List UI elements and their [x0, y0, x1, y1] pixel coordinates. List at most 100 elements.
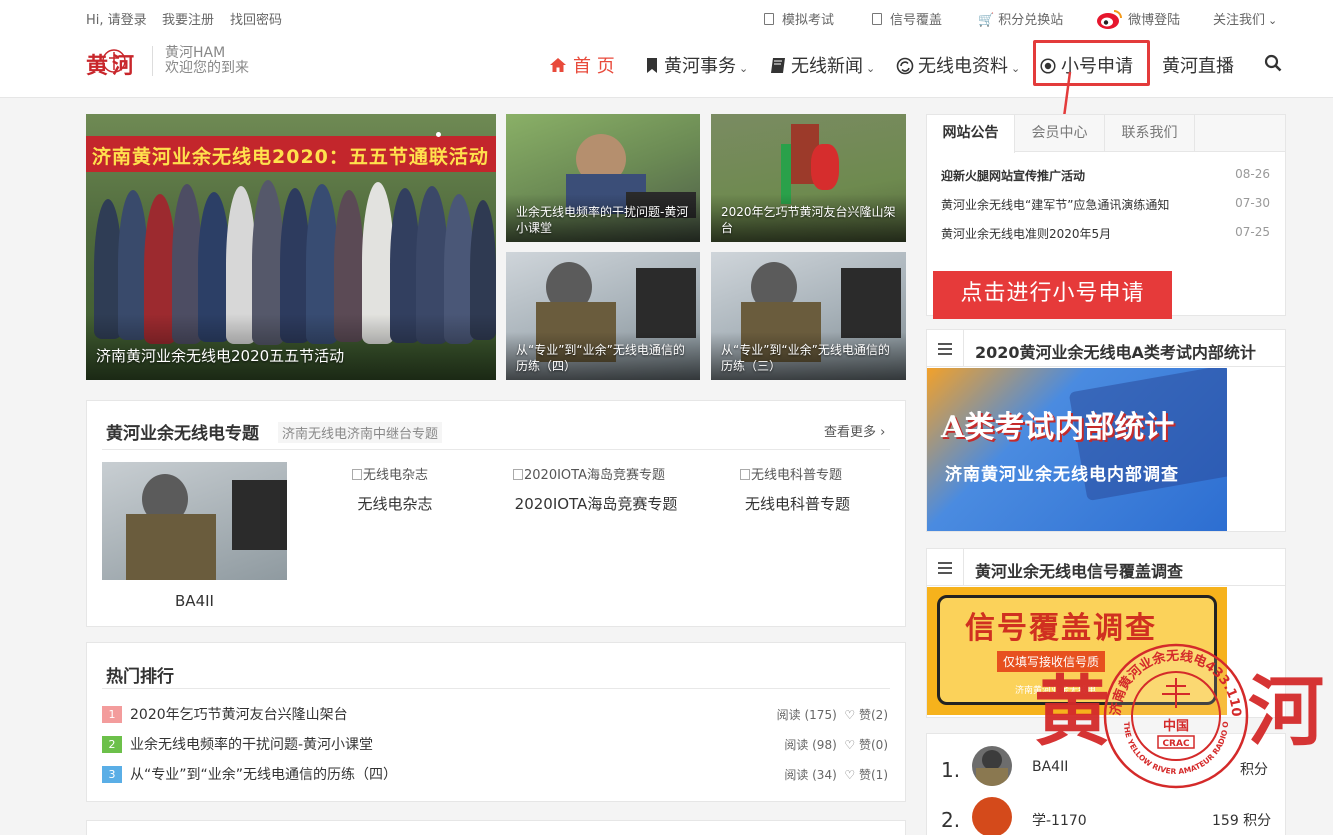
nav-live[interactable]: 黄河直播 — [1162, 52, 1234, 78]
ranking-number-1: 1. — [941, 758, 961, 782]
widget-menu-button[interactable] — [926, 548, 964, 586]
logo-divider — [152, 46, 153, 76]
login-link[interactable]: Hi, 请登录 — [86, 9, 147, 28]
topic-broken-image-3[interactable]: 无线电科普专题 — [740, 464, 842, 483]
widget-menu-button[interactable] — [926, 329, 964, 367]
avatar[interactable] — [972, 746, 1012, 786]
site-name: 黄河HAM — [165, 45, 226, 61]
signal-cover-link[interactable]: 信号覆盖 — [872, 9, 942, 28]
notice-row-1[interactable]: 迎新火腿网站宣传推广活动 08-26 — [941, 167, 1270, 184]
hot-title: 热门排行 — [106, 667, 174, 687]
svg-text:CRAC: CRAC — [1162, 739, 1190, 749]
cart-icon: 🛒 — [978, 13, 995, 28]
tab-contact-us[interactable]: 联系我们 — [1105, 115, 1195, 151]
thumb-slide-4[interactable]: 从“专业”到“业余”无线电通信的历练（三） — [711, 252, 906, 380]
search-button[interactable] — [1264, 54, 1282, 76]
nav-affairs[interactable]: 黄河事务 ⌄ — [646, 52, 748, 78]
chevron-down-icon: ⌄ — [1011, 62, 1021, 75]
document-icon — [764, 13, 774, 25]
tab-announcement[interactable]: 网站公告 — [927, 115, 1015, 153]
tab-member-center[interactable]: 会员中心 — [1015, 115, 1105, 151]
topic-image-ba4ii[interactable] — [102, 462, 287, 580]
thumb-caption-4: 从“专业”到“业余”无线电通信的历练（三） — [721, 343, 890, 373]
ranking-points-2: 159 积分 — [1212, 813, 1272, 829]
topic-subtitle: 济南无线电济南中继台专题 — [278, 422, 443, 443]
watermark-left-char: 黄 — [1034, 667, 1110, 756]
exam-stats-banner[interactable]: A类考试内部统计 济南黄河业余无线电内部调查 — [927, 368, 1227, 531]
slider-dot[interactable] — [436, 132, 441, 137]
topic-label-ba4ii[interactable]: BA4II — [102, 592, 287, 610]
heart-icon: ♡ — [844, 708, 856, 722]
home-icon — [550, 58, 566, 72]
watermark-seal-icon: 济南黄河业余无线电433.110MHz THE YELLOW RIVER AMA… — [1102, 642, 1249, 789]
broken-image-icon — [352, 469, 362, 480]
svg-text:中国: 中国 — [1163, 718, 1189, 734]
chevron-down-icon: ⌄ — [866, 62, 876, 75]
annotation-callout: 点击进行小号申请 — [933, 271, 1172, 319]
chevron-down-icon: ⌄ — [1268, 14, 1278, 27]
points-shop-link[interactable]: 🛒 积分兑换站 — [978, 9, 1063, 28]
nav-news[interactable]: 无线新闻 ⌄ — [770, 52, 875, 78]
avatar[interactable] — [972, 797, 1012, 835]
exam-stats-title: 2020黄河业余无线电A类考试内部统计 — [975, 343, 1256, 362]
topic-more-link[interactable]: 查看更多 › — [824, 421, 885, 440]
hot-row-1[interactable]: 1 2020年乞巧节黄河友台兴隆山架台 阅读 (175) ♡ 赞(2) — [102, 704, 888, 726]
follow-us-dropdown[interactable]: 关注我们 ⌄ — [1213, 9, 1277, 28]
site-slogan: 欢迎您的到来 — [165, 60, 249, 76]
hot-divider — [102, 688, 890, 689]
brand-text: 黄河HAM 欢迎您的到来 — [165, 46, 249, 76]
register-link[interactable]: 我要注册 — [162, 9, 214, 28]
thumb-caption-2: 2020年乞巧节黄河友台兴隆山架台 — [721, 205, 896, 235]
book-icon — [771, 58, 785, 73]
rank-badge-2: 2 — [102, 736, 122, 753]
signal-survey-title: 黄河业余无线电信号覆盖调查 — [975, 562, 1184, 581]
banner-red: 济南黄河业余无线电2020：五五节通联活动 — [86, 136, 496, 172]
ranking-name-1[interactable]: BA4II — [1032, 759, 1068, 775]
thumb-caption-3: 从“专业”到“业余”无线电通信的历练（四） — [516, 343, 685, 373]
topic-label-science[interactable]: 无线电科普专题 — [715, 493, 880, 514]
watermark-right-char: 河 — [1248, 667, 1324, 756]
topic-label-magazine[interactable]: 无线电杂志 — [310, 493, 480, 514]
menu-icon — [938, 343, 952, 355]
topic-broken-image-2[interactable]: 2020IOTA海岛竞赛专题 — [513, 464, 665, 483]
bookmark-icon — [647, 58, 657, 73]
mock-exam-link[interactable]: 模拟考试 — [764, 9, 834, 28]
menu-icon — [938, 562, 952, 574]
thumb-slide-2[interactable]: 2020年乞巧节黄河友台兴隆山架台 — [711, 114, 906, 242]
main-slide[interactable]: 济南黄河业余无线电2020：五五节通联活动 济南黄河业余无线电2020五五节活动 — [86, 114, 496, 380]
topic-label-iota[interactable]: 2020IOTA海岛竞赛专题 — [500, 493, 692, 514]
hot-row-3[interactable]: 3 从“专业”到“业余”无线电通信的历练（四） 阅读 (34) ♡ 赞(1) — [102, 764, 888, 786]
ranking-name-2[interactable]: 学-1170 — [1032, 810, 1087, 830]
broken-image-icon — [740, 469, 750, 480]
site-logo[interactable]: 黄河 — [86, 46, 144, 79]
next-card — [86, 820, 906, 835]
refresh-icon — [896, 57, 914, 75]
chevron-down-icon: ⌄ — [739, 62, 749, 75]
heart-icon: ♡ — [844, 738, 856, 752]
thumb-slide-3[interactable]: 从“专业”到“业余”无线电通信的历练（四） — [506, 252, 700, 380]
chevron-right-icon: › — [880, 425, 886, 440]
top-bar: Hi, 请登录 我要注册 找回密码 模拟考试 信号覆盖 🛒 积分兑换站 微博登陆 … — [0, 0, 1333, 36]
topic-title: 黄河业余无线电专题 — [106, 424, 259, 444]
rank-badge-3: 3 — [102, 766, 122, 783]
thumb-slide-1[interactable]: 业余无线电频率的干扰问题-黄河小课堂 — [506, 114, 700, 242]
logo-seal-icon — [102, 49, 126, 73]
hot-row-2[interactable]: 2 业余无线电频率的干扰问题-黄河小课堂 阅读 (98) ♡ 赞(0) — [102, 734, 888, 756]
notice-row-3[interactable]: 黄河业余无线电准则2020年5月 07-25 — [941, 225, 1270, 242]
notice-row-2[interactable]: 黄河业余无线电“建军节”应急通讯演练通知 07-30 — [941, 196, 1270, 213]
rank-badge-1: 1 — [102, 706, 122, 723]
main-slide-caption: 济南黄河业余无线电2020五五节活动 — [96, 347, 345, 365]
nav-home[interactable]: 首 页 — [549, 52, 615, 78]
document-icon — [872, 13, 882, 25]
retrieve-password-link[interactable]: 找回密码 — [230, 9, 282, 28]
heart-icon: ♡ — [844, 768, 856, 782]
topic-broken-image-1[interactable]: 无线电杂志 — [352, 464, 428, 483]
ranking-number-2: 2. — [941, 808, 961, 832]
weibo-icon — [1097, 10, 1122, 29]
weibo-login-link[interactable]: 微博登陆 — [1096, 8, 1180, 30]
search-icon — [1264, 54, 1282, 72]
thumb-caption-1: 业余无线电频率的干扰问题-黄河小课堂 — [516, 205, 689, 235]
nav-radio-data[interactable]: 无线电资料 ⌄ — [896, 52, 1020, 78]
broken-image-icon — [513, 469, 523, 480]
topic-divider — [102, 449, 890, 450]
